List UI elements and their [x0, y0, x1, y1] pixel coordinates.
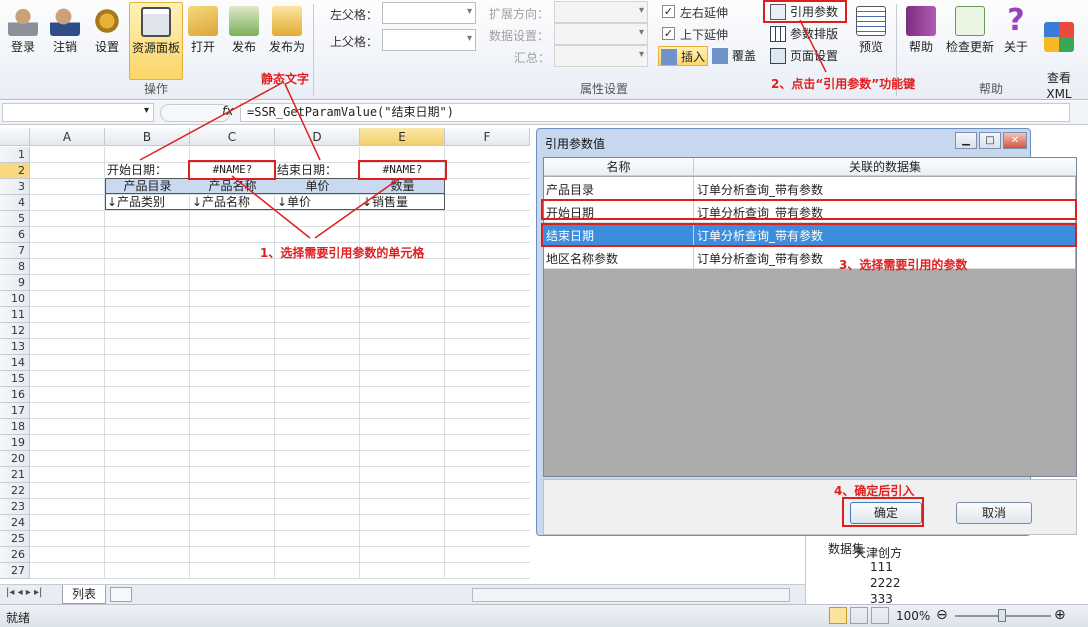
status-bar: 就绪 100% ⊖ ⊕ [0, 604, 1088, 627]
cancel-button[interactable]: 取消 [956, 502, 1032, 524]
page-layout-icon[interactable] [850, 607, 868, 624]
normal-view-icon[interactable] [829, 607, 847, 624]
minimize-button[interactable]: ▁ [955, 132, 977, 149]
zoom-out-icon[interactable]: ⊖ [936, 607, 948, 623]
col-header-name[interactable]: 名称 [544, 158, 694, 176]
tree-item[interactable]: 2222 [870, 576, 901, 590]
annotation-step2: 2、点击“引用参数”功能键 [771, 77, 916, 91]
maximize-button[interactable]: □ [979, 132, 1001, 149]
param-row[interactable]: 产品目录 订单分析查询_带有参数 [544, 177, 1075, 200]
highlight-ref-param [763, 0, 847, 23]
param-row[interactable]: 地区名称参数 订单分析查询_带有参数 [544, 246, 1075, 269]
close-button[interactable]: ✕ [1003, 132, 1027, 149]
tree-item[interactable]: 天津创方 [854, 544, 902, 561]
highlight-end-date [541, 223, 1077, 247]
new-sheet-icon[interactable] [110, 587, 132, 602]
tree-item[interactable]: 333 [870, 592, 893, 604]
zoom-slider-thumb[interactable] [998, 609, 1006, 622]
dialog-title: 引用参数值 [545, 137, 606, 151]
zoom-level: 100% [896, 609, 931, 623]
dialog-footer: 确定 取消 [543, 479, 1077, 535]
zoom-in-icon[interactable]: ⊕ [1054, 607, 1066, 623]
horizontal-scrollbar[interactable] [472, 588, 790, 602]
annotation-static-text: 静态文字 [261, 72, 310, 86]
sheet-tab-list[interactable]: 列表 [62, 585, 106, 604]
param-name: 地区名称参数 [546, 252, 619, 266]
page-break-icon[interactable] [871, 607, 889, 624]
tree-item[interactable]: 111 [870, 560, 893, 574]
highlight-start-date [541, 199, 1077, 220]
param-name: 产品目录 [546, 183, 595, 197]
status-ready: 就绪 [6, 611, 31, 625]
sheet-tab-bar: |◂ ◂ ▸ ▸| 列表 [0, 584, 805, 604]
col-header-dataset[interactable]: 关联的数据集 [694, 158, 1076, 176]
annotation-step1: 1、选择需要引用参数的单元格 [260, 246, 425, 260]
annotation-step4: 4、确定后引入 [834, 484, 915, 498]
annotation-step3: 3、选择需要引用的参数 [839, 258, 968, 272]
param-dataset: 订单分析查询_带有参数 [697, 252, 824, 266]
highlight-ok [842, 497, 924, 527]
tab-nav-arrows[interactable]: |◂ ◂ ▸ ▸| [6, 587, 42, 598]
param-dataset: 订单分析查询_带有参数 [697, 183, 824, 197]
ref-param-dialog: 引用参数值 ▁ □ ✕ 名称 关联的数据集 产品目录 订单分析查询_带有参数 开… [536, 128, 1077, 536]
